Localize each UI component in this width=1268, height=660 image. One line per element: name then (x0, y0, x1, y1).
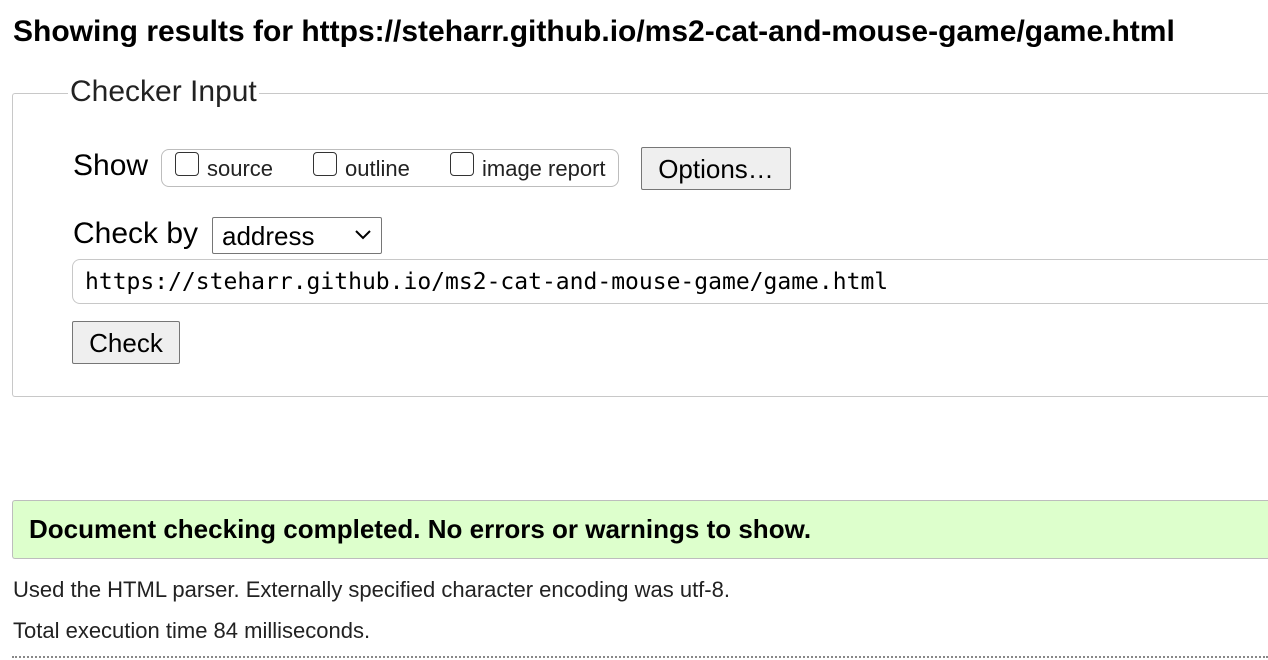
url-input[interactable]: https://steharr.github.io/ms2-cat-and-mo… (72, 259, 1268, 304)
parser-info: Used the HTML parser. Externally specifi… (13, 577, 730, 602)
dotted-divider (12, 656, 1268, 658)
check-by-label: Check by (73, 217, 199, 250)
image-report-checkbox[interactable] (450, 152, 474, 176)
show-options-group: source outline image report (161, 149, 619, 187)
checker-input-legend: Checker Input (68, 74, 259, 110)
check-button[interactable]: Check (72, 321, 180, 364)
page-title: Showing results for https://steharr.gith… (13, 15, 1175, 48)
source-checkbox-label[interactable]: source (207, 156, 273, 182)
success-message-box: Document checking completed. No errors o… (12, 500, 1268, 559)
chevron-down-icon (355, 230, 371, 240)
execution-time-info: Total execution time 84 milliseconds. (13, 618, 371, 643)
image-report-checkbox-label[interactable]: image report (482, 156, 606, 182)
url-input-value: https://steharr.github.io/ms2-cat-and-mo… (85, 269, 889, 295)
check-by-selected-value: address (222, 221, 315, 251)
show-label: Show (73, 149, 149, 182)
check-by-select[interactable]: address (212, 217, 382, 254)
outline-checkbox[interactable] (313, 152, 337, 176)
checker-input-fieldset (12, 93, 1268, 397)
validator-page: Showing results for https://steharr.gith… (0, 0, 1268, 660)
options-button[interactable]: Options… (641, 147, 791, 190)
source-checkbox[interactable] (175, 152, 199, 176)
success-message: Document checking completed. No errors o… (29, 514, 812, 544)
outline-checkbox-label[interactable]: outline (345, 156, 410, 182)
